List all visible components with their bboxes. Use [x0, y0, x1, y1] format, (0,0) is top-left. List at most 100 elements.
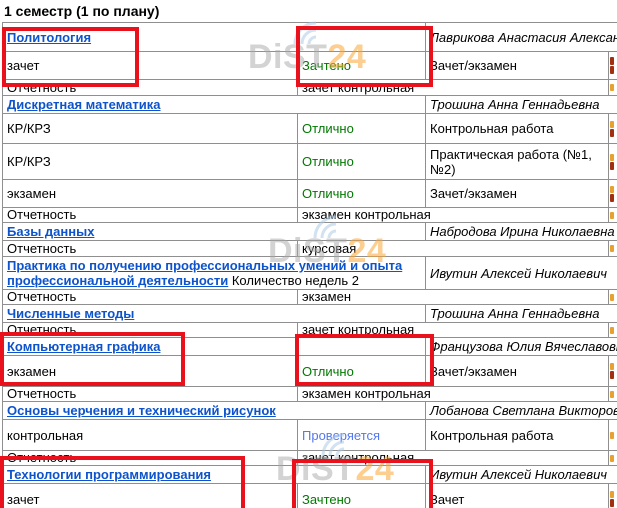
- clipped-cell: [609, 52, 617, 80]
- otchetnost-label: Отчетность: [3, 241, 298, 257]
- otchetnost-value: зачет контрольная: [298, 80, 609, 96]
- otchetnost-row: Отчетность экзамен контрольная: [3, 208, 617, 223]
- teacher-name: Лаврикова Анастасия Александровна: [426, 23, 617, 52]
- teacher-name: Французова Юлия Вячеславовна: [426, 338, 617, 356]
- otchetnost-row: Отчетность курсовая: [3, 241, 617, 257]
- course-link[interactable]: Базы данных: [7, 224, 94, 239]
- course-header-row: Компьютерная графика Французова Юлия Вяч…: [3, 338, 617, 356]
- control-row: контрольная Проверяется Контрольная рабо…: [3, 420, 617, 451]
- course-name-cell: Дискретная математика: [3, 96, 426, 114]
- clipped-text-fragment: [610, 499, 614, 507]
- clipped-cell: [609, 420, 617, 451]
- teacher-name: Лобанова Светлана Викторовна: [426, 402, 617, 420]
- clipped-text-fragment: [610, 327, 614, 334]
- course-name-cell: Технологии программирования: [3, 466, 426, 484]
- course-name-suffix: Количество недель 2: [228, 273, 359, 288]
- otchetnost-label: Отчетность: [3, 387, 298, 402]
- course-name-cell: Основы черчения и технический рисунок: [3, 402, 426, 420]
- otchetnost-label: Отчетность: [3, 451, 298, 466]
- course-link[interactable]: Дискретная математика: [7, 97, 161, 112]
- clipped-text-fragment: [610, 491, 614, 498]
- control-status: Отлично: [298, 356, 426, 387]
- control-status: Зачтено: [298, 52, 426, 80]
- course-link[interactable]: Компьютерная графика: [7, 339, 160, 354]
- otchetnost-value: зачет контрольная: [298, 323, 609, 338]
- clipped-text-fragment: [610, 129, 614, 137]
- otchetnost-row: Отчетность зачет контрольная: [3, 323, 617, 338]
- course-header-row: Основы черчения и технический рисунок Ло…: [3, 402, 617, 420]
- clipped-text-fragment: [610, 66, 614, 74]
- otchetnost-label: Отчетность: [3, 80, 298, 96]
- clipped-text-fragment: [610, 294, 614, 301]
- course-header-row: Численные методы Трошина Анна Геннадьевн…: [3, 305, 617, 323]
- control-work-type: Контрольная работа: [426, 114, 609, 144]
- clipped-cell: [609, 114, 617, 144]
- clipped-text-fragment: [610, 194, 614, 202]
- teacher-name: Ивутин Алексей Николаевич: [426, 466, 617, 484]
- clipped-cell: [609, 387, 617, 402]
- clipped-cell: [609, 80, 617, 96]
- course-name-cell: Численные методы: [3, 305, 426, 323]
- control-status: Отлично: [298, 144, 426, 180]
- clipped-cell: [609, 484, 617, 508]
- clipped-cell: [609, 451, 617, 466]
- control-form: зачет: [3, 484, 298, 508]
- control-row: КР/КРЗ Отлично Практическая работа (№1, …: [3, 144, 617, 180]
- clipped-text-fragment: [610, 186, 614, 193]
- course-link[interactable]: Технологии программирования: [7, 467, 211, 482]
- page-title: 1 семестр (1 по плану): [0, 0, 617, 22]
- otchetnost-label: Отчетность: [3, 323, 298, 338]
- course-header-row: Технологии программирования Ивутин Алекс…: [3, 466, 617, 484]
- otchetnost-value: курсовая: [298, 241, 609, 257]
- course-link[interactable]: Политология: [7, 30, 91, 45]
- course-header-row: Базы данных Набродова Ирина Николаевна: [3, 223, 617, 241]
- course-link[interactable]: Основы черчения и технический рисунок: [7, 403, 276, 418]
- control-form: КР/КРЗ: [3, 144, 298, 180]
- otchetnost-row: Отчетность экзамен контрольная: [3, 387, 617, 402]
- control-row: зачет Зачтено Зачет/экзамен: [3, 52, 617, 80]
- clipped-text-fragment: [610, 455, 614, 462]
- control-row: экзамен Отлично Зачет/экзамен: [3, 356, 617, 387]
- control-status: Проверяется: [298, 420, 426, 451]
- clipped-text-fragment: [610, 363, 614, 370]
- clipped-text-fragment: [610, 57, 614, 65]
- teacher-name: Трошина Анна Геннадьевна: [426, 305, 617, 323]
- control-status: Зачтено: [298, 484, 426, 508]
- otchetnost-value: зачет контрольная: [298, 451, 609, 466]
- otchetnost-value: экзамен контрольная: [298, 208, 609, 223]
- otchetnost-label: Отчетность: [3, 290, 298, 305]
- clipped-text-fragment: [610, 432, 614, 439]
- teacher-name: Ивутин Алексей Николаевич: [426, 257, 617, 290]
- clipped-text-fragment: [610, 212, 614, 219]
- otchetnost-row: Отчетность зачет контрольная: [3, 80, 617, 96]
- clipped-text-fragment: [610, 371, 614, 379]
- course-header-row: Политология Лаврикова Анастасия Александ…: [3, 23, 617, 52]
- control-form: контрольная: [3, 420, 298, 451]
- clipped-text-fragment: [610, 121, 614, 128]
- clipped-cell: [609, 180, 617, 208]
- otchetnost-row: Отчетность зачет контрольная: [3, 451, 617, 466]
- control-work-type: Зачет/экзамен: [426, 52, 609, 80]
- control-row: КР/КРЗ Отлично Контрольная работа: [3, 114, 617, 144]
- clipped-cell: [609, 241, 617, 257]
- clipped-text-fragment: [610, 162, 614, 170]
- control-form: экзамен: [3, 356, 298, 387]
- control-form: экзамен: [3, 180, 298, 208]
- otchetnost-value: экзамен: [298, 290, 609, 305]
- course-header-row: Практика по получению профессиональных у…: [3, 257, 617, 290]
- control-work-type: Зачет/экзамен: [426, 180, 609, 208]
- control-work-type: Практическая работа (№1, №2): [426, 144, 609, 180]
- clipped-cell: [609, 323, 617, 338]
- clipped-cell: [609, 290, 617, 305]
- course-link[interactable]: Численные методы: [7, 306, 134, 321]
- otchetnost-label: Отчетность: [3, 208, 298, 223]
- clipped-text-fragment: [610, 154, 614, 161]
- otchetnost-row: Отчетность экзамен: [3, 290, 617, 305]
- semester-grades-page: 1 семестр (1 по плану) Политология Лаври…: [0, 0, 617, 508]
- teacher-name: Набродова Ирина Николаевна: [426, 223, 617, 241]
- clipped-text-fragment: [610, 84, 614, 91]
- clipped-cell: [609, 356, 617, 387]
- grades-table: Политология Лаврикова Анастасия Александ…: [2, 22, 617, 508]
- clipped-text-fragment: [610, 245, 614, 252]
- control-form: зачет: [3, 52, 298, 80]
